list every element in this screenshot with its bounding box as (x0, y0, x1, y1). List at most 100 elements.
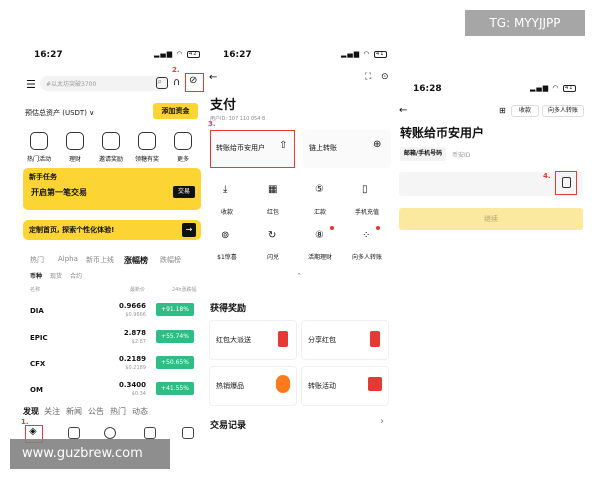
reward-tile[interactable]: 红包大派送 (209, 320, 297, 360)
screen-transfer: 16:28 ▂▄▆ ◠ 41 ← ⊞ 收款 向多人转账 转账给币安用户 邮箱/手… (395, 44, 590, 444)
pay-icon-highlight[interactable]: ⊘ (185, 73, 204, 92)
onchain-transfer-card[interactable]: 链上转账 ⊕ (303, 130, 391, 168)
grid-label-4: $1惊喜 (217, 254, 237, 261)
futures-nav-icon[interactable] (144, 427, 156, 439)
step-2-label: 2. (172, 66, 180, 74)
add-funds-button[interactable]: 添加资金 (153, 103, 198, 119)
feed-tab-trending[interactable]: 热门 (110, 406, 126, 417)
grid-label-5: 闪兑 (266, 254, 279, 261)
newbie-title: 新手任务 (29, 173, 57, 181)
mobile-topup-icon[interactable]: ▯ (362, 184, 368, 195)
wallet-nav-icon[interactable] (182, 427, 194, 439)
transfer-to-binance-user-card[interactable]: 转账给币安用户 ⇧ (210, 130, 295, 168)
status-icons: ▂▄▆ ◠ 41 (341, 50, 387, 58)
quick-label-3: 领糖有奖 (134, 156, 159, 163)
reward-tile[interactable]: 分享红包 (301, 320, 389, 360)
savings-icon[interactable]: ⑧ (315, 230, 324, 241)
quick-label-1: 理财 (68, 156, 81, 163)
tab-binance-id[interactable]: 币安ID (452, 150, 470, 159)
tab-new-listing[interactable]: 新币上线 (86, 255, 114, 265)
remittance-icon[interactable]: ⑤ (315, 184, 324, 195)
search-bar[interactable]: #以太坊突破3700 ⌕ (40, 76, 168, 91)
contacts-icon-highlight[interactable] (555, 171, 577, 195)
feed-tab-dynamics[interactable]: 动态 (132, 406, 148, 417)
markets-nav-icon[interactable] (68, 427, 80, 439)
surprise-icon[interactable]: ⊚ (221, 230, 229, 241)
subtab-coin[interactable]: 币种 (30, 271, 42, 280)
reward-tile[interactable]: 热销爆品 (209, 366, 297, 406)
feed-tab-news[interactable]: 新闻 (66, 406, 82, 417)
binance-logo-icon[interactable]: ◈ (29, 426, 37, 437)
tab-hot[interactable]: 热门 (30, 255, 44, 265)
tab-losers[interactable]: 跌幅榜 (160, 255, 181, 265)
collapse-chevron-icon[interactable]: ⌃ (296, 272, 302, 280)
more-icon[interactable] (174, 132, 192, 150)
feed-tab-follow[interactable]: 关注 (44, 406, 60, 417)
invite-icon[interactable] (102, 132, 120, 150)
chevron-right-icon[interactable]: › (380, 416, 384, 427)
red-packet-icon[interactable]: ▦ (268, 184, 277, 195)
headset-icon[interactable]: ∩ (173, 77, 180, 88)
subtab-spot[interactable]: 现货 (50, 271, 62, 280)
coin-price: 0.2189 (118, 355, 146, 363)
grid-label-6: 活期理财 (307, 254, 332, 261)
tab-email-phone[interactable]: 邮箱/手机号码 (400, 147, 446, 161)
grid-label-3: 手机充值 (354, 209, 379, 216)
gift-icon[interactable] (156, 77, 168, 89)
candy-icon[interactable] (138, 132, 156, 150)
hot-activity-icon[interactable] (30, 132, 48, 150)
newbie-task-card[interactable]: 新手任务 开启第一笔交易 交易 (23, 168, 201, 210)
coin-subprice: $0.9666 (125, 312, 146, 318)
screen-home: 16:27 ▂▄▆ ◠ 42 ☰ #以太坊突破3700 ⌕ ∩ 2. ⊘ 预估总… (20, 44, 205, 444)
status-icons: ▂▄▆ ◠ 42 (154, 50, 200, 58)
customize-banner[interactable]: 定制首页, 探索个性化体验! → (23, 220, 201, 240)
transaction-records-link[interactable]: 交易记录 (210, 418, 246, 431)
step-4-label: 4. (543, 172, 551, 180)
upload-icon: ⇧ (279, 140, 288, 151)
multi-transfer-icon[interactable]: ⁘ (362, 230, 370, 241)
continue-button[interactable]: 继续 (399, 208, 583, 230)
coin-change: +91.18% (156, 303, 194, 316)
receive-icon[interactable]: ⤓ (223, 184, 227, 195)
flame-icon (276, 375, 290, 393)
page-title: 转账给币安用户 (400, 126, 485, 140)
subtab-futures[interactable]: 合约 (70, 271, 82, 280)
arrow-right-icon[interactable]: → (182, 223, 196, 237)
scan-icon[interactable]: ⛶ (365, 72, 371, 82)
search-input[interactable]: #以太坊突破3700 (46, 79, 96, 88)
screen-pay: 16:27 ▂▄▆ ◠ 41 ← ⛶ ⊙ 支付 用户ID: 107 110 05… (205, 44, 395, 444)
trade-nav-icon[interactable] (104, 427, 116, 439)
trade-button[interactable]: 交易 (173, 186, 195, 198)
battery-icon: 42 (186, 50, 200, 58)
red-envelope-icon (278, 331, 288, 347)
receive-button[interactable]: 收款 (511, 105, 539, 117)
contacts-icon[interactable] (562, 177, 571, 188)
feed-tab-announcements[interactable]: 公告 (88, 406, 104, 417)
convert-icon[interactable]: ↻ (268, 230, 276, 241)
multi-transfer-button[interactable]: 向多人转账 (542, 105, 584, 117)
coin-price: 2.878 (123, 329, 146, 337)
coin-name: OM (30, 386, 43, 394)
reward-tile[interactable]: 转账活动 (301, 366, 389, 406)
estimated-assets-label[interactable]: 预估总资产 (USDT) ∨ (25, 108, 94, 118)
grid-label-1: 红包 (266, 209, 279, 216)
coin-subprice: $0.2189 (125, 365, 146, 371)
earn-icon[interactable] (66, 132, 84, 150)
quick-label-2: 邀请奖励 (98, 156, 123, 163)
chain-icon: ⊕ (373, 139, 382, 150)
back-arrow-icon[interactable]: ← (399, 105, 407, 116)
tab-alpha[interactable]: Alpha (58, 255, 78, 263)
feed-tab-discover[interactable]: 发现 (23, 406, 39, 417)
customize-text: 定制首页, 探索个性化体验! (29, 226, 115, 234)
back-arrow-icon[interactable]: ← (209, 72, 217, 83)
tab-gainers[interactable]: 涨幅榜 (124, 255, 148, 266)
reward-tile-label: 热销爆品 (216, 382, 244, 390)
pay-icon[interactable]: ⊘ (189, 75, 197, 86)
card-transfer-label: 转账给币安用户 (216, 144, 265, 152)
notification-dot (376, 226, 380, 230)
coin-name: CFX (30, 360, 46, 368)
rewards-title: 获得奖励 (210, 304, 247, 314)
menu-icon[interactable]: ☰ (26, 78, 36, 91)
receive-icon[interactable]: ⊞ (499, 106, 506, 115)
settings-icon[interactable]: ⊙ (381, 72, 389, 82)
